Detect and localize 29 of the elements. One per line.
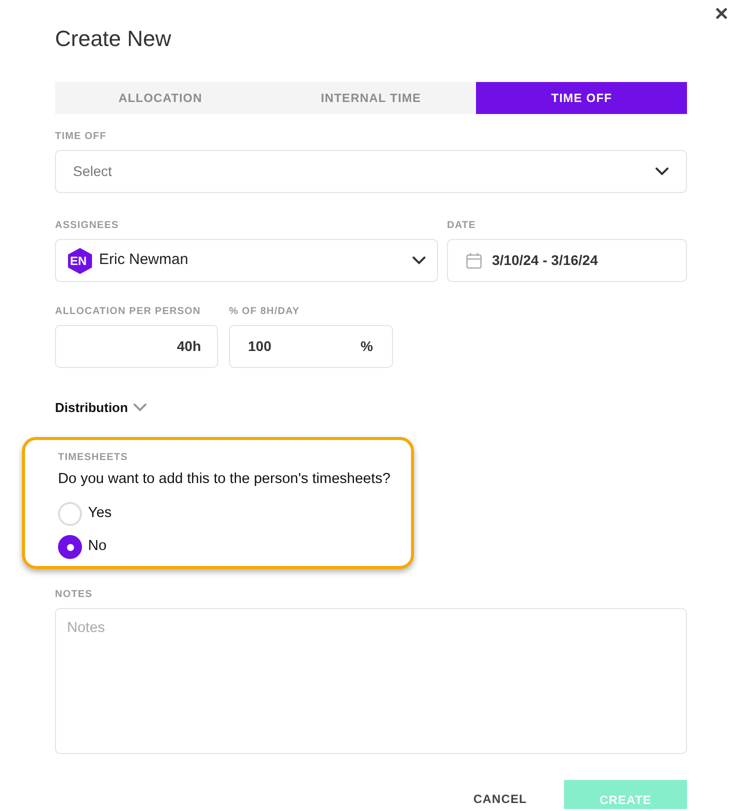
field-label: DATE <box>447 220 477 232</box>
cancel-button[interactable]: CANCEL <box>473 792 527 806</box>
dialog-title: Create New <box>55 25 172 52</box>
chevron-down-icon <box>132 403 147 412</box>
notes-field[interactable]: Notes <box>55 608 687 754</box>
percent-field[interactable]: 100 % <box>229 325 393 368</box>
radio-button[interactable] <box>58 535 82 560</box>
chevron-down-icon <box>412 256 426 265</box>
radio-option[interactable]: Yes <box>58 502 112 526</box>
close-button[interactable]: ✕ <box>712 3 731 25</box>
field-label: % OF 8H/DAY <box>229 306 301 318</box>
assignee-select[interactable]: EN Eric Newman <box>55 239 438 282</box>
radio-option[interactable]: No <box>58 535 107 560</box>
field-label: NOTES <box>55 589 94 602</box>
field-label: TIMESHEETS <box>58 452 129 464</box>
field-label: TIME OFF <box>55 131 108 143</box>
tab[interactable]: TIME OFF <box>476 82 688 114</box>
distribution-toggle[interactable]: Distribution <box>55 398 147 418</box>
avatar-initials: EN <box>70 252 87 270</box>
hours-field[interactable]: 40h <box>55 325 218 368</box>
radio-button[interactable] <box>58 502 82 526</box>
avatar-icon <box>67 248 93 274</box>
date-field[interactable]: 3/10/24 - 3/16/24 <box>447 239 687 282</box>
field-label: ASSIGNEES <box>55 220 120 232</box>
time-off-select[interactable]: Select <box>55 150 687 193</box>
question-text: Do you want to add this to the person's timesheets? <box>58 470 392 488</box>
calendar-icon <box>466 252 482 269</box>
field-label: ALLOCATION PER PERSON <box>55 306 202 318</box>
chevron-down-icon <box>655 167 669 176</box>
